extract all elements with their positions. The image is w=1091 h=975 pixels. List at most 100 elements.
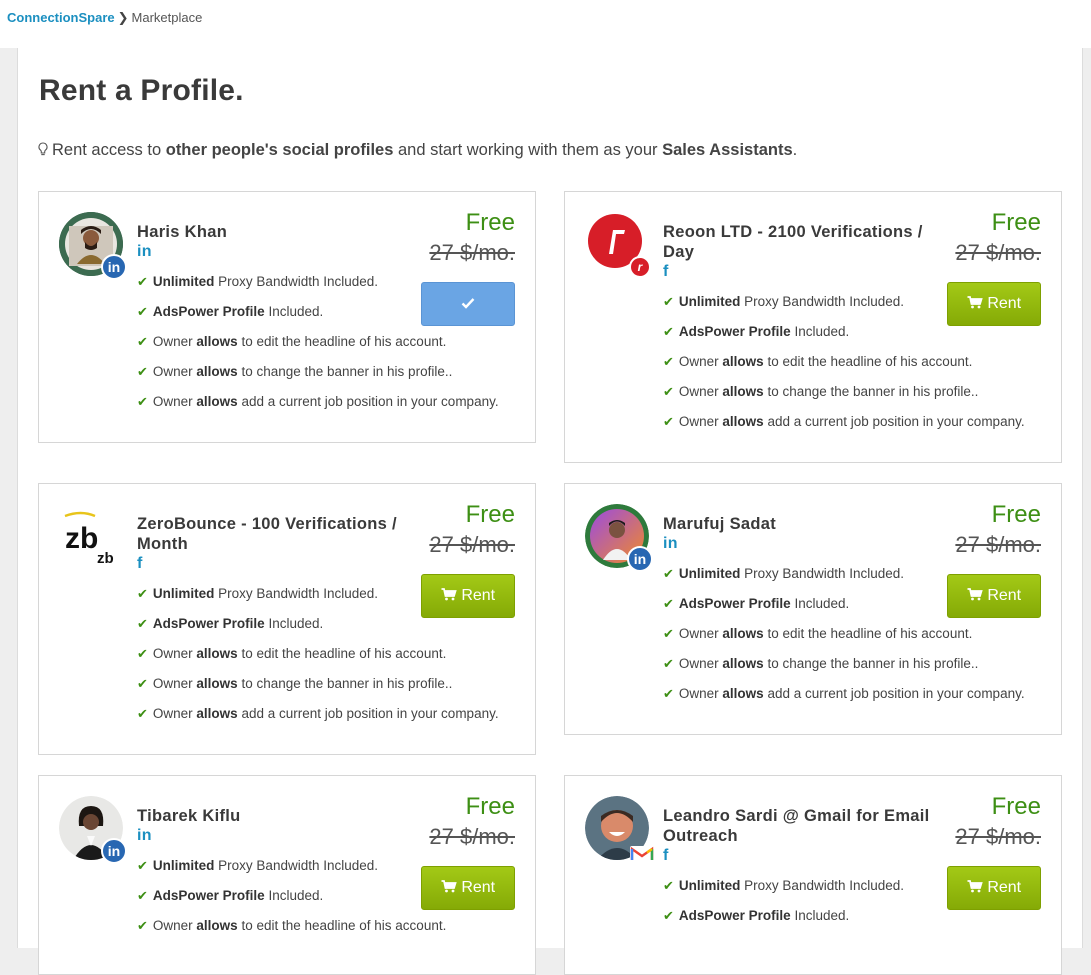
feature-list: ✔ Unlimited Proxy Bandwidth Included. ✔ Ad… (137, 851, 446, 941)
check-icon: ✔ (137, 304, 148, 319)
feature-item: ✔ Unlimited Proxy Bandwidth Included. (663, 294, 905, 309)
profile-name: ZeroBounce - 100 Verifications / Month f (137, 514, 407, 574)
price-block: Free 27 $/mo. (955, 792, 1041, 852)
check-icon: ✔ (663, 626, 674, 641)
price-old: 27 $/mo. (429, 240, 515, 265)
lightbulb-icon (38, 142, 48, 156)
feature-item: ✔ Owner allows to edit the headline of hi… (663, 626, 973, 641)
price-old: 27 $/mo. (429, 532, 515, 557)
feature-item: ✔ AdsPower Profile Included. (663, 596, 850, 611)
check-icon: ✔ (663, 414, 674, 429)
feature-item: ✔ Owner allows to change the banner in hi… (137, 676, 453, 691)
check-icon: ✔ (663, 294, 674, 309)
check-icon: ✔ (663, 656, 674, 671)
feature-item: ✔ Owner allows add a current job position… (137, 394, 499, 409)
feature-item: ✔ Owner allows to change the banner in hi… (663, 656, 979, 671)
price-free: Free (991, 501, 1041, 528)
feature-list: ✔ Unlimited Proxy Bandwidth Included. ✔ Ad… (137, 267, 499, 417)
linkedin-icon[interactable]: in (663, 534, 933, 554)
price-old: 27 $/mo. (955, 240, 1041, 265)
intro-text: Rent access to other people's social pro… (38, 141, 797, 160)
check-icon: ✔ (137, 334, 148, 349)
check-icon: ✔ (137, 646, 148, 661)
feature-list: ✔ Unlimited Proxy Bandwidth Included. ✔ Ad… (663, 287, 1025, 437)
feature-list: ✔ Unlimited Proxy Bandwidth Included. ✔ Ad… (663, 559, 1025, 709)
avatar: zb zb (59, 504, 123, 568)
rent-button[interactable]: Rent (947, 866, 1041, 910)
feature-item: ✔ Owner allows add a current job position… (137, 706, 499, 721)
avatar: in (59, 212, 127, 280)
price-free: Free (465, 209, 515, 236)
avatar: in (585, 504, 653, 572)
check-icon: ✔ (137, 616, 148, 631)
check-icon: ✔ (663, 908, 674, 923)
check-icon: ✔ (137, 586, 148, 601)
profile-name: Tibarek Kiflu in (137, 806, 407, 846)
price-free: Free (465, 501, 515, 528)
feature-item: ✔ AdsPower Profile Included. (663, 324, 850, 339)
facebook-icon[interactable]: f (663, 846, 933, 866)
price-block: Free 27 $/mo. (955, 500, 1041, 560)
zerobounce-logo: zb zb (64, 511, 114, 567)
intro-mid: and start working with them as your (393, 141, 663, 159)
feature-list: ✔ Unlimited Proxy Bandwidth Included. ✔ Ad… (137, 579, 499, 729)
feature-item: ✔ Owner allows add a current job position… (663, 686, 1025, 701)
feature-item: ✔ Unlimited Proxy Bandwidth Included. (663, 566, 905, 581)
check-icon: ✔ (663, 878, 674, 893)
check-icon: ✔ (663, 324, 674, 339)
rent-label: Rent (987, 879, 1022, 896)
linkedin-icon[interactable]: in (137, 242, 407, 262)
check-icon: ✔ (663, 596, 674, 611)
feature-item: ✔ AdsPower Profile Included. (663, 908, 850, 923)
rent-label: Rent (461, 879, 496, 896)
breadcrumb-home-link[interactable]: ConnectionSpare (7, 10, 115, 25)
feature-item: ✔ Owner allows to edit the headline of hi… (663, 354, 973, 369)
avatar: r (585, 212, 651, 278)
check-icon: ✔ (663, 566, 674, 581)
check-icon: ✔ (137, 918, 148, 933)
check-icon: ✔ (663, 686, 674, 701)
profile-card: Leandro Sardi @ Gmail for Email Outreach… (564, 775, 1062, 975)
feature-item: ✔ AdsPower Profile Included. (137, 616, 324, 631)
profile-card: r Reoon LTD - 2100 Verifications / Day f… (564, 191, 1062, 463)
price-free: Free (991, 793, 1041, 820)
profile-card: in Tibarek Kiflu in Free 27 $/mo. Rent ✔… (38, 775, 536, 975)
linkedin-badge-icon: in (101, 838, 127, 864)
profile-card: in Haris Khan in Free 27 $/mo. ✔ Unlimite… (38, 191, 536, 443)
check-icon: ✔ (137, 706, 148, 721)
price-block: Free 27 $/mo. (429, 500, 515, 560)
shopping-cart-icon (967, 880, 983, 893)
price-block: Free 27 $/mo. (429, 208, 515, 268)
top-bar: ConnectionSpare ❯ Marketplace (0, 0, 1091, 48)
feature-list: ✔ Unlimited Proxy Bandwidth Included. ✔ Ad… (663, 871, 904, 931)
intro-bold-assistants: Sales Assistants (662, 141, 793, 159)
check-icon: ✔ (137, 274, 148, 289)
check-icon: ✔ (663, 384, 674, 399)
check-icon: ✔ (137, 888, 148, 903)
profile-card: in Marufuj Sadat in Free 27 $/mo. Rent ✔… (564, 483, 1062, 735)
feature-item: ✔ Owner allows add a current job position… (663, 414, 1025, 429)
feature-item: ✔ AdsPower Profile Included. (137, 304, 324, 319)
feature-item: ✔ Owner allows to edit the headline of hi… (137, 646, 447, 661)
gmail-badge-icon (630, 846, 654, 862)
check-icon: ✔ (663, 354, 674, 369)
svg-text:zb: zb (65, 522, 98, 555)
facebook-icon[interactable]: f (663, 262, 933, 282)
avatar: in (59, 796, 127, 864)
feature-item: ✔ Unlimited Proxy Bandwidth Included. (663, 878, 905, 893)
price-free: Free (465, 793, 515, 820)
linkedin-icon[interactable]: in (137, 826, 407, 846)
feature-item: ✔ Owner allows to edit the headline of hi… (137, 918, 447, 933)
profile-card: zb zb ZeroBounce - 100 Verifications / M… (38, 483, 536, 755)
avatar (585, 796, 654, 862)
price-free: Free (991, 209, 1041, 236)
profile-name: Haris Khan in (137, 222, 407, 262)
breadcrumb: ConnectionSpare ❯ Marketplace (7, 10, 202, 26)
check-icon: ✔ (137, 394, 148, 409)
price-old: 27 $/mo. (955, 824, 1041, 849)
facebook-icon[interactable]: f (137, 554, 407, 574)
feature-item: ✔ Unlimited Proxy Bandwidth Included. (137, 858, 379, 873)
linkedin-badge-icon: in (627, 546, 653, 572)
check-icon: ✔ (137, 364, 148, 379)
price-old: 27 $/mo. (429, 824, 515, 849)
